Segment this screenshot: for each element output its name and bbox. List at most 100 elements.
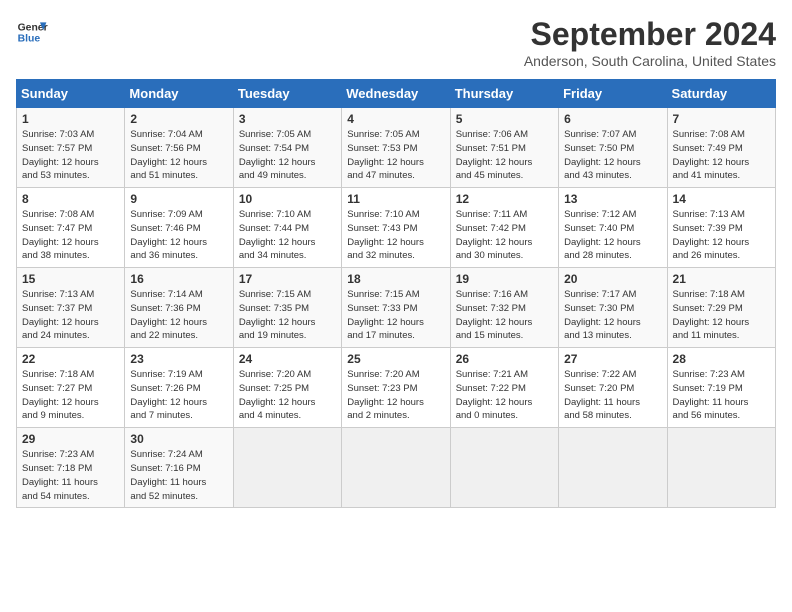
calendar-cell: 4 Sunrise: 7:05 AM Sunset: 7:53 PM Daylig…: [342, 108, 450, 188]
day-number: 5: [456, 112, 553, 126]
day-info: Sunrise: 7:20 AM Sunset: 7:23 PM Dayligh…: [347, 368, 444, 423]
day-info: Sunrise: 7:17 AM Sunset: 7:30 PM Dayligh…: [564, 288, 661, 343]
calendar-cell: [233, 428, 341, 508]
day-info: Sunrise: 7:10 AM Sunset: 7:44 PM Dayligh…: [239, 208, 336, 263]
day-info: Sunrise: 7:04 AM Sunset: 7:56 PM Dayligh…: [130, 128, 227, 183]
header: General Blue September 2024 Anderson, So…: [16, 16, 776, 69]
day-number: 8: [22, 192, 119, 206]
day-number: 23: [130, 352, 227, 366]
calendar-cell: 16Sunrise: 7:14 AM Sunset: 7:36 PM Dayli…: [125, 268, 233, 348]
day-info: Sunrise: 7:05 AM Sunset: 7:53 PM Dayligh…: [347, 128, 444, 183]
day-number: 15: [22, 272, 119, 286]
calendar-cell: 7 Sunrise: 7:08 AM Sunset: 7:49 PM Daylig…: [667, 108, 775, 188]
day-number: 11: [347, 192, 444, 206]
day-info: Sunrise: 7:07 AM Sunset: 7:50 PM Dayligh…: [564, 128, 661, 183]
day-number: 1: [22, 112, 119, 126]
calendar-cell: 11 Sunrise: 7:10 AM Sunset: 7:43 PM Dayli…: [342, 188, 450, 268]
day-number: 30: [130, 432, 227, 446]
week-row-4: 22 Sunrise: 7:18 AM Sunset: 7:27 PM Dayli…: [17, 348, 776, 428]
calendar-cell: 25 Sunrise: 7:20 AM Sunset: 7:23 PM Dayli…: [342, 348, 450, 428]
weekday-header-saturday: Saturday: [667, 80, 775, 108]
day-number: 21: [673, 272, 770, 286]
day-info: Sunrise: 7:11 AM Sunset: 7:42 PM Dayligh…: [456, 208, 553, 263]
day-info: Sunrise: 7:24 AM Sunset: 7:16 PM Dayligh…: [130, 448, 227, 503]
day-number: 29: [22, 432, 119, 446]
calendar-cell: 23Sunrise: 7:19 AM Sunset: 7:26 PM Dayli…: [125, 348, 233, 428]
calendar-cell: 13Sunrise: 7:12 AM Sunset: 7:40 PM Dayli…: [559, 188, 667, 268]
logo: General Blue: [16, 16, 48, 48]
day-number: 22: [22, 352, 119, 366]
calendar-cell: 10 Sunrise: 7:10 AM Sunset: 7:44 PM Dayli…: [233, 188, 341, 268]
calendar-cell: 30 Sunrise: 7:24 AM Sunset: 7:16 PM Dayli…: [125, 428, 233, 508]
day-number: 6: [564, 112, 661, 126]
calendar-cell: 3 Sunrise: 7:05 AM Sunset: 7:54 PM Daylig…: [233, 108, 341, 188]
calendar: SundayMondayTuesdayWednesdayThursdayFrid…: [16, 79, 776, 508]
day-info: Sunrise: 7:06 AM Sunset: 7:51 PM Dayligh…: [456, 128, 553, 183]
day-number: 2: [130, 112, 227, 126]
calendar-cell: 5 Sunrise: 7:06 AM Sunset: 7:51 PM Daylig…: [450, 108, 558, 188]
day-info: Sunrise: 7:20 AM Sunset: 7:25 PM Dayligh…: [239, 368, 336, 423]
calendar-cell: 15 Sunrise: 7:13 AM Sunset: 7:37 PM Dayli…: [17, 268, 125, 348]
calendar-cell: 17Sunrise: 7:15 AM Sunset: 7:35 PM Dayli…: [233, 268, 341, 348]
day-number: 4: [347, 112, 444, 126]
day-info: Sunrise: 7:03 AM Sunset: 7:57 PM Dayligh…: [22, 128, 119, 183]
day-number: 14: [673, 192, 770, 206]
day-number: 10: [239, 192, 336, 206]
day-number: 24: [239, 352, 336, 366]
weekday-header-tuesday: Tuesday: [233, 80, 341, 108]
day-number: 28: [673, 352, 770, 366]
calendar-cell: [342, 428, 450, 508]
calendar-cell: 12 Sunrise: 7:11 AM Sunset: 7:42 PM Dayli…: [450, 188, 558, 268]
day-number: 26: [456, 352, 553, 366]
day-info: Sunrise: 7:15 AM Sunset: 7:35 PM Dayligh…: [239, 288, 336, 343]
calendar-cell: [559, 428, 667, 508]
day-info: Sunrise: 7:16 AM Sunset: 7:32 PM Dayligh…: [456, 288, 553, 343]
day-info: Sunrise: 7:05 AM Sunset: 7:54 PM Dayligh…: [239, 128, 336, 183]
week-row-3: 15 Sunrise: 7:13 AM Sunset: 7:37 PM Dayli…: [17, 268, 776, 348]
day-info: Sunrise: 7:08 AM Sunset: 7:47 PM Dayligh…: [22, 208, 119, 263]
calendar-cell: 26Sunrise: 7:21 AM Sunset: 7:22 PM Dayli…: [450, 348, 558, 428]
calendar-cell: 6 Sunrise: 7:07 AM Sunset: 7:50 PM Daylig…: [559, 108, 667, 188]
day-info: Sunrise: 7:23 AM Sunset: 7:19 PM Dayligh…: [673, 368, 770, 423]
calendar-cell: 9 Sunrise: 7:09 AM Sunset: 7:46 PM Daylig…: [125, 188, 233, 268]
title-area: September 2024 Anderson, South Carolina,…: [524, 16, 776, 69]
week-row-2: 8 Sunrise: 7:08 AM Sunset: 7:47 PM Daylig…: [17, 188, 776, 268]
day-info: Sunrise: 7:22 AM Sunset: 7:20 PM Dayligh…: [564, 368, 661, 423]
day-info: Sunrise: 7:13 AM Sunset: 7:39 PM Dayligh…: [673, 208, 770, 263]
weekday-header-friday: Friday: [559, 80, 667, 108]
day-info: Sunrise: 7:10 AM Sunset: 7:43 PM Dayligh…: [347, 208, 444, 263]
calendar-cell: 21Sunrise: 7:18 AM Sunset: 7:29 PM Dayli…: [667, 268, 775, 348]
weekday-header-sunday: Sunday: [17, 80, 125, 108]
day-number: 12: [456, 192, 553, 206]
calendar-cell: 20 Sunrise: 7:17 AM Sunset: 7:30 PM Dayli…: [559, 268, 667, 348]
svg-text:Blue: Blue: [18, 34, 41, 45]
logo-icon: General Blue: [16, 16, 48, 48]
calendar-cell: 18Sunrise: 7:15 AM Sunset: 7:33 PM Dayli…: [342, 268, 450, 348]
day-info: Sunrise: 7:13 AM Sunset: 7:37 PM Dayligh…: [22, 288, 119, 343]
calendar-cell: 24 Sunrise: 7:20 AM Sunset: 7:25 PM Dayli…: [233, 348, 341, 428]
weekday-header-monday: Monday: [125, 80, 233, 108]
day-number: 16: [130, 272, 227, 286]
weekday-header-wednesday: Wednesday: [342, 80, 450, 108]
day-number: 20: [564, 272, 661, 286]
day-info: Sunrise: 7:08 AM Sunset: 7:49 PM Dayligh…: [673, 128, 770, 183]
calendar-cell: 19 Sunrise: 7:16 AM Sunset: 7:32 PM Dayli…: [450, 268, 558, 348]
day-number: 27: [564, 352, 661, 366]
week-row-5: 29 Sunrise: 7:23 AM Sunset: 7:18 PM Dayli…: [17, 428, 776, 508]
calendar-cell: 14 Sunrise: 7:13 AM Sunset: 7:39 PM Dayli…: [667, 188, 775, 268]
calendar-cell: 2 Sunrise: 7:04 AM Sunset: 7:56 PM Daylig…: [125, 108, 233, 188]
day-info: Sunrise: 7:23 AM Sunset: 7:18 PM Dayligh…: [22, 448, 119, 503]
day-number: 7: [673, 112, 770, 126]
day-number: 3: [239, 112, 336, 126]
day-number: 9: [130, 192, 227, 206]
day-info: Sunrise: 7:18 AM Sunset: 7:27 PM Dayligh…: [22, 368, 119, 423]
weekday-header-row: SundayMondayTuesdayWednesdayThursdayFrid…: [17, 80, 776, 108]
calendar-cell: 27 Sunrise: 7:22 AM Sunset: 7:20 PM Dayli…: [559, 348, 667, 428]
calendar-cell: 22 Sunrise: 7:18 AM Sunset: 7:27 PM Dayli…: [17, 348, 125, 428]
day-info: Sunrise: 7:09 AM Sunset: 7:46 PM Dayligh…: [130, 208, 227, 263]
location: Anderson, South Carolina, United States: [524, 53, 776, 69]
day-number: 25: [347, 352, 444, 366]
calendar-cell: 8 Sunrise: 7:08 AM Sunset: 7:47 PM Daylig…: [17, 188, 125, 268]
day-info: Sunrise: 7:15 AM Sunset: 7:33 PM Dayligh…: [347, 288, 444, 343]
day-number: 19: [456, 272, 553, 286]
